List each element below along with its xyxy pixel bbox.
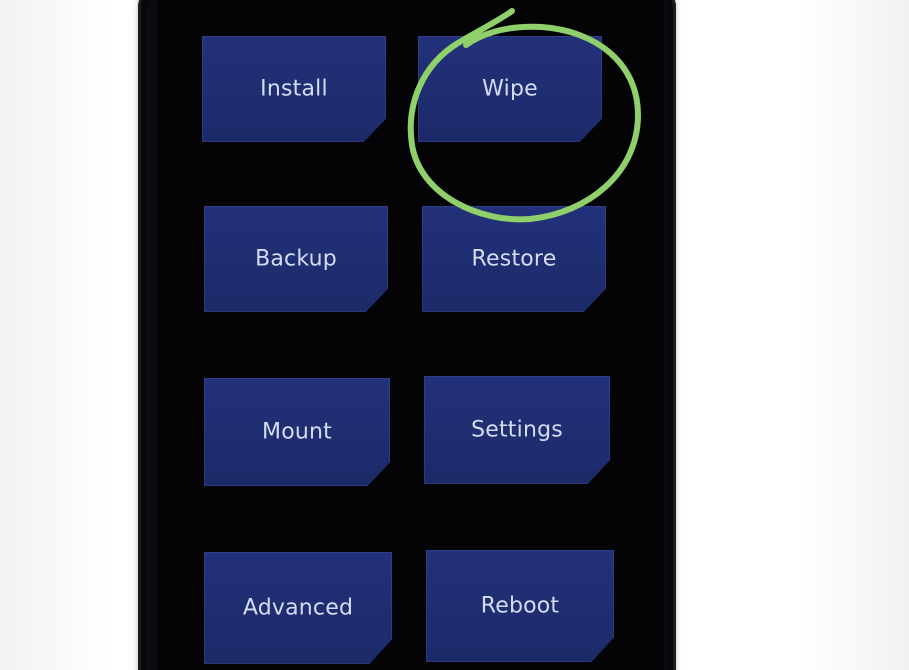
advanced-button[interactable]: Advanced (204, 552, 392, 664)
install-button[interactable]: Install (202, 36, 386, 142)
mount-button[interactable]: Mount (204, 378, 390, 486)
reboot-label: Reboot (480, 593, 560, 619)
wipe-label: Wipe (482, 76, 538, 102)
wipe-button[interactable]: Wipe (418, 36, 602, 142)
settings-label: Settings (471, 417, 563, 443)
settings-button[interactable]: Settings (424, 376, 610, 484)
photo-stage: Install Wipe Backup Restore Mount Settin… (0, 0, 909, 670)
advanced-label: Advanced (242, 595, 354, 621)
phone-screen: Install Wipe Backup Restore Mount Settin… (158, 0, 664, 670)
backup-label: Backup (255, 246, 337, 272)
backup-button[interactable]: Backup (204, 206, 388, 312)
install-label: Install (260, 76, 328, 102)
restore-button[interactable]: Restore (422, 206, 606, 312)
reboot-button[interactable]: Reboot (426, 550, 614, 662)
restore-label: Restore (471, 246, 557, 272)
mount-label: Mount (262, 419, 332, 445)
